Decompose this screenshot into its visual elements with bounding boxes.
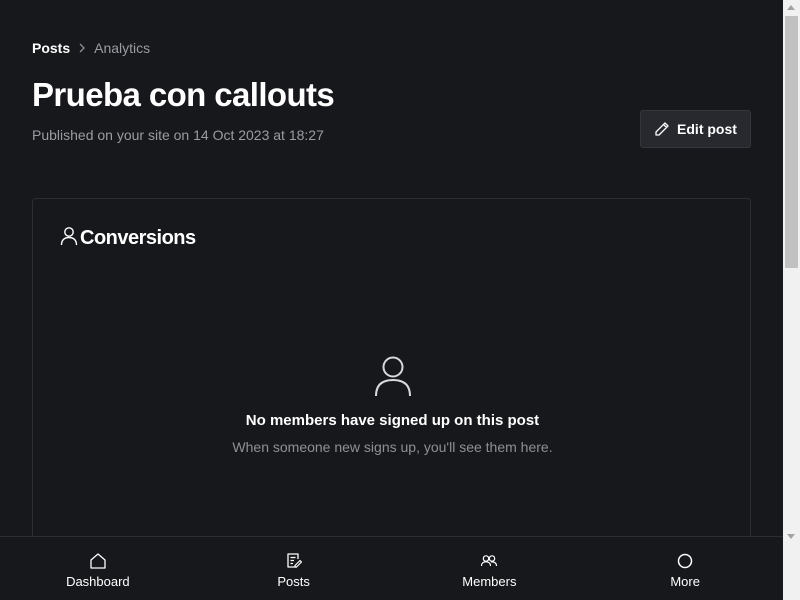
conversions-card: Conversions No members have signed up on…: [32, 198, 751, 558]
nav-label-members: Members: [462, 574, 517, 589]
nav-item-posts[interactable]: Posts: [196, 537, 392, 600]
edit-post-label: Edit post: [677, 121, 737, 137]
posts-icon: [285, 552, 303, 570]
members-icon: [480, 552, 498, 570]
nav-item-members[interactable]: Members: [392, 537, 588, 600]
empty-state-title: No members have signed up on this post: [245, 412, 540, 429]
nav-label-more: More: [670, 574, 700, 589]
scroll-thumb[interactable]: [785, 16, 798, 268]
scroll-down-arrow-icon[interactable]: [787, 534, 795, 539]
circle-icon: [676, 552, 694, 570]
user-icon: [374, 355, 412, 402]
chevron-right-icon: [78, 43, 86, 53]
bottom-nav: Dashboard Posts Members More: [0, 536, 783, 600]
conversions-header: Conversions: [60, 226, 196, 251]
nav-item-more[interactable]: More: [587, 537, 783, 600]
vertical-scrollbar[interactable]: [783, 0, 800, 600]
app-viewport: Posts Analytics Prueba con callouts Publ…: [0, 0, 783, 600]
nav-item-dashboard[interactable]: Dashboard: [0, 537, 196, 600]
published-date: Published on your site on 14 Oct 2023 at…: [32, 127, 324, 143]
edit-post-button[interactable]: Edit post: [640, 110, 751, 148]
breadcrumb-current: Analytics: [94, 40, 151, 56]
scroll-up-arrow-icon[interactable]: [787, 5, 795, 10]
empty-state: No members have signed up on this post W…: [33, 355, 752, 455]
page-title: Prueba con callouts: [32, 76, 335, 113]
home-icon: [89, 552, 107, 570]
nav-label-posts: Posts: [277, 574, 310, 589]
breadcrumb-posts-link[interactable]: Posts: [32, 40, 70, 56]
conversions-title: Conversions: [80, 227, 196, 249]
nav-label-dashboard: Dashboard: [66, 574, 130, 589]
user-icon: [60, 226, 78, 251]
breadcrumb: Posts Analytics: [32, 40, 150, 56]
pencil-icon: [654, 121, 670, 137]
empty-state-subtitle: When someone new signs up, you'll see th…: [232, 439, 553, 455]
